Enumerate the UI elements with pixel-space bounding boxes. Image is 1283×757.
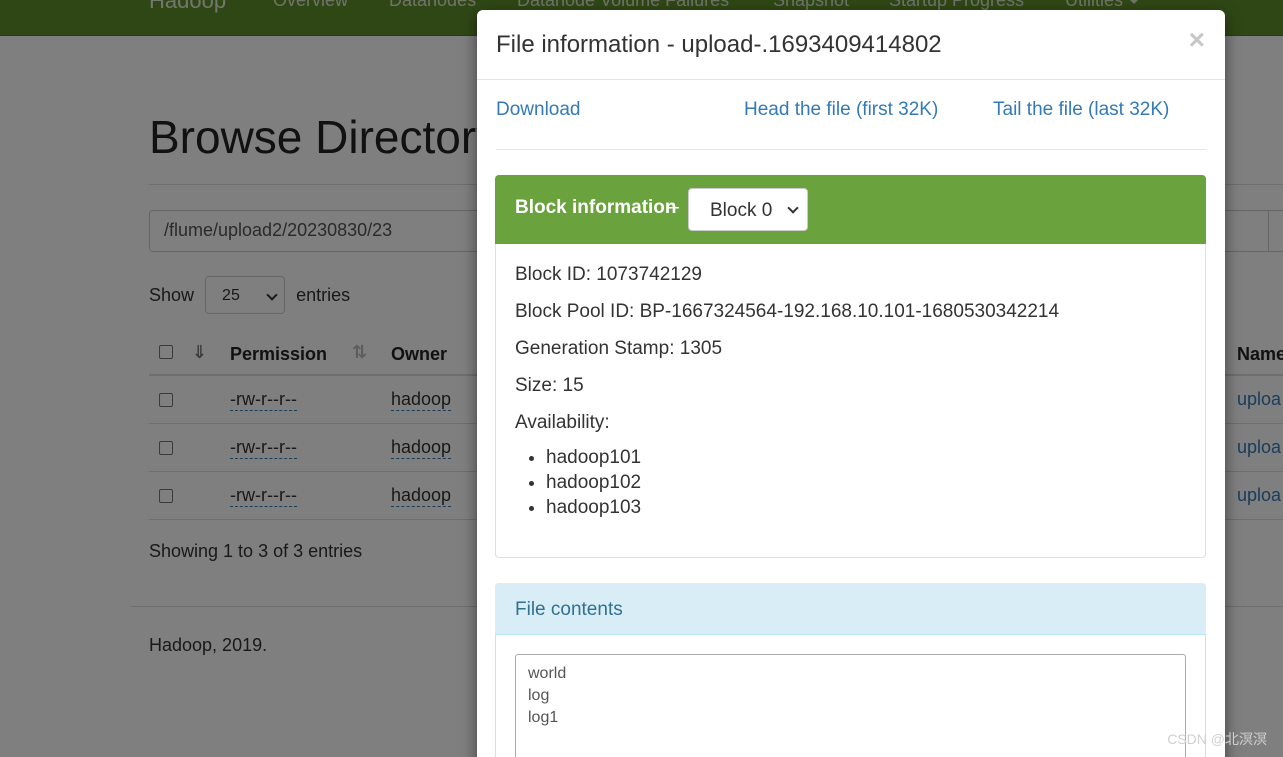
file-contents-textarea[interactable]: world log log1 [515,654,1186,757]
chevron-down-icon [787,202,799,214]
block-information-panel: Block information -- Block 0 Block ID: 1… [495,175,1206,558]
block-panel-header: Block information -- Block 0 [495,175,1206,244]
block-panel-body: Block ID: 1073742129 Block Pool ID: BP-1… [515,264,1059,522]
watermark: CSDN @北溟溟 [1167,731,1267,747]
download-link[interactable]: Download [496,99,581,121]
availability-list: hadoop101 hadoop102 hadoop103 [546,447,1059,522]
block-select[interactable]: Block 0 [688,188,808,231]
generation-stamp: Generation Stamp: 1305 [515,338,723,359]
file-contents-title: File contents [515,599,623,620]
file-information-modal: File information - upload-.1693409414802… [477,10,1225,757]
tail-file-link[interactable]: Tail the file (last 32K) [993,99,1169,121]
block-panel-separator: -- [667,197,680,218]
block-size: Size: 15 [515,375,584,396]
divider [496,149,1206,150]
file-contents-panel: File contents world log log1 [495,583,1206,757]
availability-label: Availability: [515,412,610,433]
block-id: Block ID: 1073742129 [515,264,702,285]
list-item: hadoop103 [546,497,1059,522]
block-panel-title: Block information [515,197,677,218]
block-pool-id: Block Pool ID: BP-1667324564-192.168.10.… [515,301,1060,322]
file-contents-header: File contents [495,583,1206,635]
block-select-value: Block 0 [710,200,773,221]
modal-header: File information - upload-.1693409414802… [477,10,1225,80]
head-file-link[interactable]: Head the file (first 32K) [744,99,938,121]
modal-title: File information - upload-.1693409414802 [496,31,942,58]
list-item: hadoop102 [546,472,1059,497]
list-item: hadoop101 [546,447,1059,472]
file-actions: Download Head the file (first 32K) Tail … [496,99,1206,139]
close-icon[interactable]: × [1189,26,1205,54]
